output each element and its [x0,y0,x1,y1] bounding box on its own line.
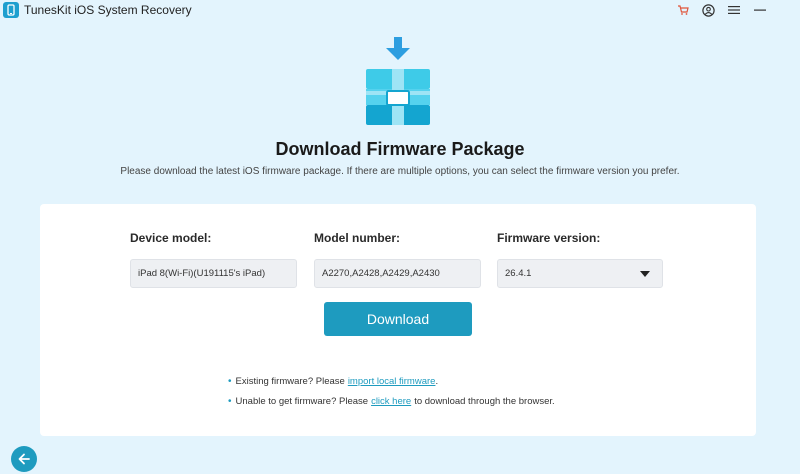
arrow-left-icon [18,453,30,465]
firmware-version-label: Firmware version: [497,231,601,245]
device-model-value: iPad 8(Wi-Fi)(U191115's iPad) [138,268,266,279]
title-bar: TunesKit iOS System Recovery [0,0,800,20]
device-model-label: Device model: [130,231,212,245]
existing-firmware-hint: • Existing firmware? Please import local… [228,376,438,387]
bullet-icon: • [228,396,232,407]
model-number-label: Model number: [314,231,400,245]
unable-firmware-text: Unable to get firmware? Please [235,396,369,407]
device-model-field: iPad 8(Wi-Fi)(U191115's iPad) [130,259,297,288]
user-icon[interactable] [698,1,718,19]
model-number-value: A2270,A2428,A2429,A2430 [322,268,440,279]
minimize-icon[interactable] [750,1,770,19]
firmware-version-value: 26.4.1 [505,268,532,279]
existing-firmware-suffix: . [435,376,439,387]
model-number-field: A2270,A2428,A2429,A2430 [314,259,481,288]
download-button[interactable]: Download [324,302,472,336]
unable-firmware-hint: • Unable to get firmware? Please click h… [228,396,555,407]
back-button[interactable] [11,446,37,472]
firmware-version-select[interactable]: 26.4.1 [497,259,663,288]
firmware-package-icon [366,37,430,125]
cart-icon[interactable] [673,1,693,19]
click-here-link[interactable]: click here [371,396,411,407]
chevron-down-icon [640,270,650,277]
page-title: Download Firmware Package [275,139,525,159]
app-title: TunesKit iOS System Recovery [24,3,192,17]
app-logo-icon [3,2,19,18]
bullet-icon: • [228,376,232,387]
page-subtitle: Please download the latest iOS firmware … [120,166,680,177]
import-local-firmware-link[interactable]: import local firmware [348,376,436,387]
menu-icon[interactable] [724,1,744,19]
firmware-card: Device model: Model number: Firmware ver… [40,204,756,436]
existing-firmware-text: Existing firmware? Please [235,376,345,387]
unable-firmware-suffix: to download through the browser. [414,396,555,407]
